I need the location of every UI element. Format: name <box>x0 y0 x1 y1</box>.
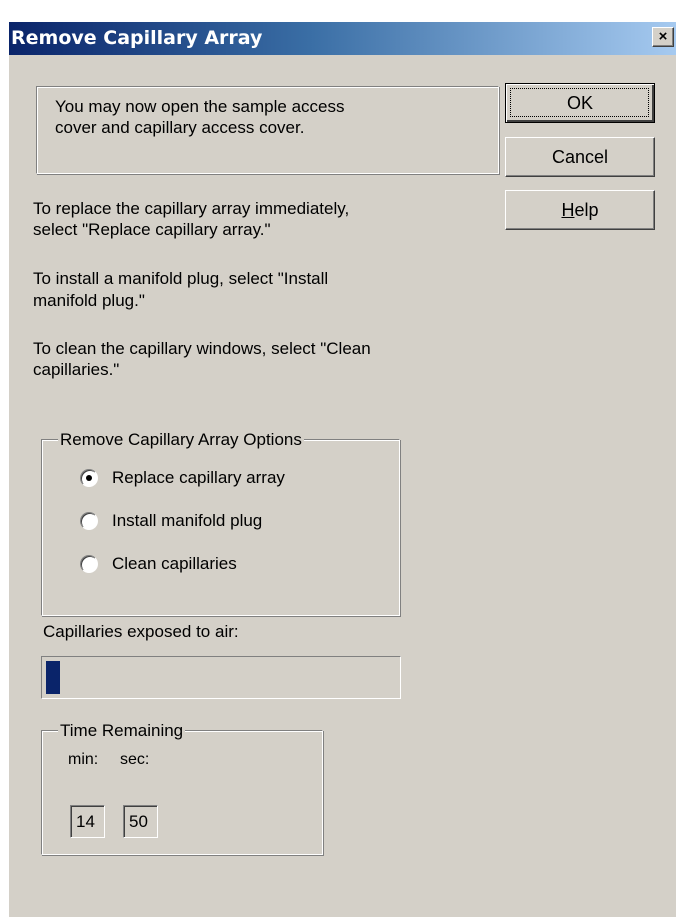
time-remaining-title: Time Remaining <box>58 721 186 741</box>
clean-instruction-line-2: capillaries." <box>33 360 120 379</box>
radio-button[interactable] <box>80 512 98 530</box>
title-bar[interactable]: Remove Capillary Array × <box>9 22 676 55</box>
cancel-button-label: Cancel <box>551 147 609 167</box>
options-group-title: Remove Capillary Array Options <box>58 430 304 450</box>
cancel-button[interactable]: Cancel <box>505 137 655 177</box>
replace-instruction-line-2: select "Replace capillary array." <box>33 220 271 239</box>
exposure-label: Capillaries exposed to air: <box>43 622 239 641</box>
remove-capillary-array-dialog: Remove Capillary Array × You may now ope… <box>8 22 676 917</box>
radio-label-install[interactable]: Install manifold plug <box>112 510 262 532</box>
min-label: min: <box>68 751 99 768</box>
min-value-field: 14 <box>70 805 105 838</box>
window-title: Remove Capillary Array <box>11 27 263 49</box>
install-instruction-line-2: manifold plug." <box>33 291 145 310</box>
radio-button-checked[interactable] <box>80 469 98 487</box>
replace-instruction-line-1: To replace the capillary array immediate… <box>33 199 350 218</box>
sec-label: sec: <box>120 751 150 768</box>
radio-label-clean[interactable]: Clean capillaries <box>112 553 237 575</box>
ok-button[interactable]: OK <box>505 83 655 123</box>
ok-button-label: OK <box>566 93 593 113</box>
message-box: You may now open the sample access cover… <box>36 86 499 174</box>
message-line-2: cover and capillary access cover. <box>55 118 305 137</box>
message-line-1: You may now open the sample access <box>55 97 345 116</box>
exposure-progress-bar <box>41 656 401 699</box>
sec-value-field: 50 <box>123 805 158 838</box>
help-button[interactable]: Help <box>505 190 655 230</box>
clean-instruction-line-1: To clean the capillary windows, select "… <box>33 339 371 358</box>
radio-label-replace[interactable]: Replace capillary array <box>112 467 285 489</box>
close-icon: × <box>658 28 668 45</box>
radio-button[interactable] <box>80 555 98 573</box>
options-groupbox: Replace capillary array Install manifold… <box>41 439 400 616</box>
exposure-progress-fill <box>46 661 60 694</box>
close-button[interactable]: × <box>652 27 674 47</box>
install-instruction-line-1: To install a manifold plug, select "Inst… <box>33 269 329 288</box>
help-button-label: Help <box>561 200 599 220</box>
